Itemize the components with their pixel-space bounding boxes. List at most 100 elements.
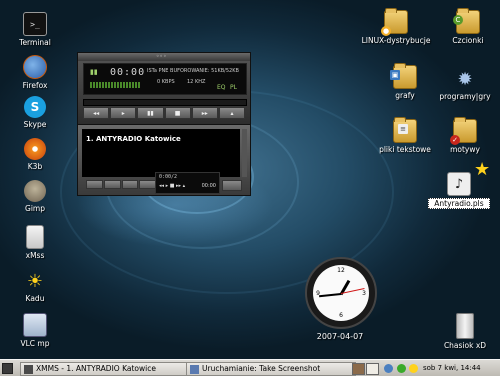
mini-time: 0:00/2 xyxy=(159,174,178,180)
stop-button[interactable]: ■ xyxy=(164,107,191,119)
desktop: >_ Terminal Firefox S Skype K3b Gimp xMs… xyxy=(0,0,500,359)
xmms-transport-controls: ◂◂ ▸ ▮▮ ■ ▸▸ ▴ xyxy=(83,107,246,119)
skype-launcher[interactable]: S Skype xyxy=(4,96,66,129)
spectrum-analyzer xyxy=(90,82,140,88)
clock-number: 12 xyxy=(337,267,345,274)
font-badge-icon: C xyxy=(453,15,463,25)
desktop-icon-label: LINUX-dystrybucje xyxy=(361,36,431,45)
pause-button[interactable]: ▮▮ xyxy=(137,107,164,119)
xmms-titlebar[interactable]: ◦◦◦ xyxy=(78,53,250,61)
firefox-launcher[interactable]: Firefox xyxy=(4,55,66,90)
audio-file-icon: ♪ ★ xyxy=(447,161,490,196)
antyradio-playlist-file[interactable]: ♪ ★ Antyradio.pls xyxy=(428,161,490,209)
theme-badge-icon: ✓ xyxy=(450,135,460,145)
screenshot-task-icon xyxy=(190,364,199,374)
mini-elapsed: 00:00 xyxy=(201,183,216,189)
playlist-scrollbar[interactable] xyxy=(242,129,247,177)
mini-controls[interactable]: ◂◂ ▸ ■ ▸▸ ▴ xyxy=(159,183,185,189)
show-desktop-button[interactable] xyxy=(2,362,16,374)
eject-button[interactable]: ▴ xyxy=(218,107,246,119)
skype-tray-icon[interactable] xyxy=(397,362,409,374)
czcionki-folder[interactable]: C Czcionki xyxy=(437,8,499,45)
playlist-add-button[interactable] xyxy=(86,180,103,189)
desktop-icon-label: Skype xyxy=(23,120,47,129)
folder-icon: C xyxy=(453,8,480,34)
next-button[interactable]: ▸▸ xyxy=(191,107,218,119)
sun-icon: ☀ xyxy=(26,270,44,292)
desktop-icon-label: motywy xyxy=(450,145,480,154)
folder-icon: ≡ xyxy=(393,117,417,143)
playlist-misc-button[interactable] xyxy=(139,180,156,189)
xmms-pl-toggle[interactable]: PL xyxy=(230,84,237,91)
xmms-launcher[interactable]: xMss xyxy=(4,225,66,260)
desktop-icon-label: Kadu xyxy=(25,294,45,303)
kadu-icon xyxy=(409,363,418,373)
playlist-item[interactable]: 1. ANTYRADIO Katowice xyxy=(82,129,240,143)
k3b-launcher[interactable]: K3b xyxy=(4,138,66,171)
play-button[interactable]: ▸ xyxy=(110,107,137,119)
next-icon: ▸▸ xyxy=(201,109,208,117)
terminal-launcher[interactable]: >_ Terminal xyxy=(4,12,66,47)
xmms-main-window[interactable]: ◦◦◦ ▮▮ 00:00 ISTa PNE BUFOROWANIE: 51KB/… xyxy=(77,52,251,125)
desktop-icon-label: programy|gry xyxy=(439,92,491,101)
gears-icon: ✹ xyxy=(457,68,473,90)
trash-icon xyxy=(456,313,474,339)
desktop-icon-label: pliki tekstowe xyxy=(379,145,431,154)
folder-icon: ✓ xyxy=(450,117,477,145)
linux-distros-folder[interactable]: ● LINUX-dystrybucje xyxy=(360,8,432,45)
xmms-samplerate: 12 KHZ xyxy=(187,79,206,85)
programy-gry-folder[interactable]: ✹ programy|gry xyxy=(434,68,496,102)
taskbar: XMMS - 1. ANTYRADIO Katowice Uruchamiani… xyxy=(0,359,500,376)
kde-menu-icon xyxy=(2,362,13,374)
xmms-time: 00:00 xyxy=(110,67,146,78)
previous-button[interactable]: ◂◂ xyxy=(83,107,110,119)
desktop-icon-label: Terminal xyxy=(19,38,51,47)
taskbar-task-screenshot[interactable]: Uruchamianie: Take Screenshot xyxy=(186,362,356,376)
gimp-launcher[interactable]: Gimp xyxy=(4,180,66,213)
firefox-icon xyxy=(23,55,47,79)
xmms-logo-icon: ◦◦◦ xyxy=(156,53,167,60)
clock-face: 12 3 6 9 xyxy=(313,265,369,321)
motywy-folder[interactable]: ✓ motywy xyxy=(434,117,496,154)
desktop-icon-label: Gimp xyxy=(25,204,45,213)
desktop-icon-label: Czcionki xyxy=(452,36,484,45)
xmms-display: ▮▮ 00:00 ISTa PNE BUFOROWANIE: 51KB/52KB… xyxy=(83,63,247,95)
clock-number: 3 xyxy=(362,290,366,297)
taskbar-task-xmms[interactable]: XMMS - 1. ANTYRADIO Katowice xyxy=(20,362,188,376)
desktop-icon-label: Chasiok xD xyxy=(443,341,487,350)
desktop-pager-1[interactable] xyxy=(352,363,365,375)
network-tray-icon[interactable] xyxy=(384,362,396,374)
document-badge-icon: ≡ xyxy=(398,124,408,134)
previous-icon: ◂◂ xyxy=(93,109,100,117)
trash-can[interactable]: Chasiok xD xyxy=(434,313,496,350)
kadu-tray-icon[interactable] xyxy=(409,362,421,374)
xmms-task-icon xyxy=(24,364,33,374)
image-badge-icon: ▣ xyxy=(390,70,400,80)
media-player-icon xyxy=(26,225,44,249)
skype-tray-icon-glyph xyxy=(397,363,406,373)
clock-number: 6 xyxy=(339,312,343,319)
vlc-launcher[interactable]: VLC mp xyxy=(4,313,66,348)
playlist-remove-button[interactable] xyxy=(103,180,121,189)
grafy-folder[interactable]: ▣ grafy xyxy=(374,63,436,100)
pliki-tekstowe-folder[interactable]: ≡ pliki tekstowe xyxy=(374,117,436,154)
xmms-seek-bar[interactable] xyxy=(83,99,247,106)
desktop-icon-label: VLC mp xyxy=(20,339,50,348)
playlist-mini-player[interactable]: 0:00/2 ◂◂ ▸ ■ ▸▸ ▴ 00:00 xyxy=(155,172,220,194)
playlist-select-button[interactable] xyxy=(121,180,139,189)
terminal-icon: >_ xyxy=(23,12,47,36)
playlist-list[interactable]: 1. ANTYRADIO Katowice xyxy=(82,129,240,177)
analog-clock: 12 3 6 9 xyxy=(305,257,377,329)
taskbar-clock[interactable]: sob 7 kwi, 14:44 xyxy=(423,362,481,374)
playlist-list-button[interactable] xyxy=(222,180,242,191)
desktop-icon-label: grafy xyxy=(395,91,415,100)
xmms-eq-toggle[interactable]: EQ xyxy=(217,84,226,91)
network-icon xyxy=(384,363,393,373)
play-state-icon: ▮▮ xyxy=(90,68,98,76)
folder-icon: ● xyxy=(381,8,408,36)
task-label: Uruchamianie: Take Screenshot xyxy=(202,364,321,373)
kadu-launcher[interactable]: ☀ Kadu xyxy=(4,270,66,304)
desktop-pager-2[interactable] xyxy=(366,363,379,375)
vlc-icon xyxy=(23,313,47,337)
folder-icon: ▣ xyxy=(390,63,417,89)
